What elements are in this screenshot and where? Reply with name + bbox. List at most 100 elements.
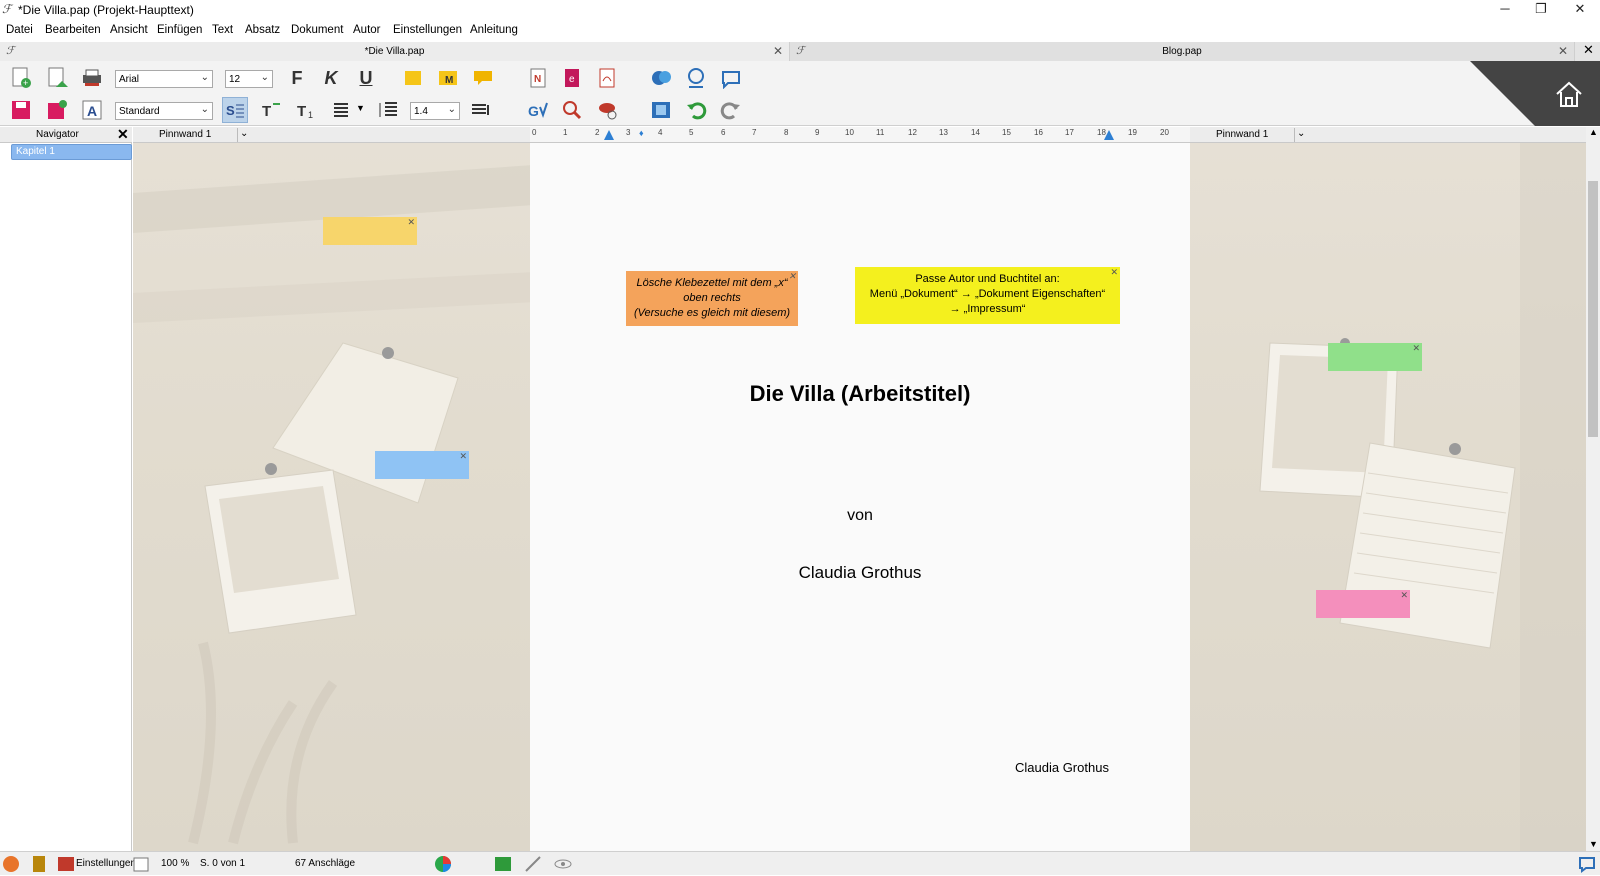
menu-text[interactable]: Text — [212, 24, 233, 36]
new-document-button[interactable]: + — [8, 65, 34, 91]
font-select[interactable]: Arial ⌄ — [115, 70, 213, 88]
home-panel — [1470, 61, 1600, 126]
style-inspector-button[interactable]: S — [222, 97, 248, 123]
scroll-up-icon[interactable]: ▲ — [1589, 127, 1598, 137]
sticky-note-yellow[interactable]: ✕ — [323, 217, 417, 245]
ruler: 0 1 2 3 4 5 6 7 8 9 10 11 12 13 14 15 16… — [530, 127, 1190, 143]
sticky-note-green[interactable]: ✕ — [1328, 343, 1422, 371]
chevron-down-icon[interactable]: ⌄ — [237, 128, 249, 142]
book-icon[interactable] — [30, 855, 48, 873]
close-icon[interactable]: ✕ — [773, 44, 783, 58]
heading-up-button[interactable]: T — [258, 97, 284, 123]
close-icon[interactable]: ✕ — [1558, 44, 1568, 58]
quill-icon[interactable] — [524, 855, 542, 873]
note-line: Passe Autor und Buchtitel an: — [915, 273, 1060, 285]
save-button[interactable] — [8, 97, 34, 123]
menu-ansicht[interactable]: Ansicht — [110, 24, 148, 36]
menu-bearbeiten[interactable]: Bearbeiten — [45, 24, 101, 36]
restore-icon[interactable]: ❐ — [1523, 0, 1559, 20]
menu-datei[interactable]: Datei — [6, 24, 33, 36]
font-size-select[interactable]: 12 ⌄ — [225, 70, 273, 88]
close-icon[interactable]: ✕ — [117, 126, 129, 143]
home-icon[interactable] — [1554, 79, 1584, 109]
tab-stop-marker[interactable]: ♦ — [639, 128, 644, 138]
minimize-icon[interactable]: ─ — [1487, 0, 1523, 20]
close-icon[interactable]: ✕ — [459, 449, 467, 464]
tab-overflow-icon[interactable]: ✕ — [1583, 42, 1594, 58]
ruler-tick: 15 — [1002, 128, 1011, 137]
mascot-icon[interactable] — [2, 855, 20, 873]
sticky-note-blue[interactable]: ✕ — [375, 451, 469, 479]
style-value: Standard — [119, 106, 160, 117]
italic-button[interactable]: K — [318, 65, 344, 91]
sticky-note-button[interactable] — [400, 65, 426, 91]
print-button[interactable] — [79, 65, 105, 91]
text-format-button[interactable]: A — [79, 97, 105, 123]
pinboard-right-label: Pinnwand 1 — [1216, 129, 1269, 140]
chevron-down-icon: ⌄ — [260, 72, 269, 83]
characters-button[interactable] — [648, 65, 674, 91]
mindmap-button[interactable] — [718, 65, 744, 91]
menu-einstellungen[interactable]: Einstellungen — [393, 24, 462, 36]
translate-icon[interactable] — [494, 855, 512, 873]
settings-icon[interactable] — [57, 855, 75, 873]
speech-button[interactable] — [594, 97, 620, 123]
zoom-level[interactable]: 100 % — [161, 858, 189, 869]
timeline-button[interactable] — [683, 65, 709, 91]
close-icon[interactable]: ✕ — [407, 215, 415, 230]
close-window-icon[interactable]: ✕ — [1562, 0, 1598, 20]
spellcheck-button[interactable]: G — [525, 97, 551, 123]
export-pdf-button[interactable] — [594, 65, 620, 91]
calendar-icon[interactable] — [132, 855, 150, 873]
undo-icon[interactable] — [683, 97, 709, 123]
close-icon[interactable]: ✕ — [1110, 265, 1118, 280]
document-page[interactable]: ✕ Lösche Klebezettel mit dem „x“ oben re… — [530, 143, 1190, 851]
heading-down-button[interactable]: T1 — [293, 97, 319, 123]
close-icon[interactable]: ✕ — [788, 269, 796, 284]
save-all-button[interactable] — [44, 97, 70, 123]
scroll-thumb[interactable] — [1588, 181, 1598, 437]
eye-icon[interactable] — [553, 855, 572, 873]
chevron-down-icon[interactable]: ▼ — [356, 103, 365, 113]
export-notes-button[interactable]: N — [525, 65, 551, 91]
menu-autor[interactable]: Autor — [353, 24, 381, 36]
line-spacing-button[interactable] — [375, 97, 401, 123]
menu-einfuegen[interactable]: Einfügen — [157, 24, 202, 36]
marker-button[interactable]: M — [435, 65, 461, 91]
open-document-button[interactable] — [44, 65, 70, 91]
close-icon[interactable]: ✕ — [1400, 588, 1408, 603]
left-indent-marker[interactable] — [604, 130, 614, 140]
tab-die-villa[interactable]: ℱ *Die Villa.pap ✕ — [0, 42, 790, 61]
line-spacing-select[interactable]: 1.4 ⌄ — [410, 102, 460, 120]
underline-button[interactable]: U — [353, 65, 379, 91]
sticky-note-pink[interactable]: ✕ — [1316, 590, 1410, 618]
sticky-note-orange[interactable]: ✕ Lösche Klebezettel mit dem „x“ oben re… — [626, 271, 798, 326]
paragraph-format-button[interactable] — [468, 97, 494, 123]
style-select[interactable]: Standard ⌄ — [115, 102, 213, 120]
sticky-note-yellow-hint[interactable]: ✕ Passe Autor und Buchtitel an: Menü „Do… — [855, 267, 1120, 324]
scroll-down-icon[interactable]: ▼ — [1589, 839, 1598, 849]
chat-icon[interactable] — [1578, 855, 1596, 873]
export-ebook-button[interactable]: e — [559, 65, 585, 91]
tab-blog[interactable]: ℱ Blog.pap ✕ — [790, 42, 1575, 61]
document-properties-button[interactable] — [648, 97, 674, 123]
navigator-item-kapitel-1[interactable]: Kapitel 1 — [11, 144, 132, 160]
search-icon[interactable] — [559, 97, 585, 123]
menu-dokument[interactable]: Dokument — [291, 24, 343, 36]
right-indent-marker[interactable] — [1104, 130, 1114, 140]
vertical-scrollbar[interactable]: ▲ ▼ — [1586, 127, 1600, 851]
list-button[interactable] — [328, 97, 354, 123]
ruler-tick: 9 — [815, 128, 820, 137]
bold-button[interactable]: F — [284, 65, 310, 91]
close-icon[interactable]: ✕ — [1412, 341, 1420, 356]
svg-text:M: M — [445, 75, 453, 86]
chevron-down-icon: ⌄ — [200, 72, 209, 83]
chevron-down-icon[interactable]: ⌄ — [1294, 128, 1306, 142]
color-wheel-icon[interactable] — [434, 855, 452, 873]
redo-icon[interactable] — [718, 97, 744, 123]
ruler-tick: 2 — [595, 128, 600, 137]
comment-button[interactable] — [470, 65, 496, 91]
menu-absatz[interactable]: Absatz — [245, 24, 280, 36]
menu-anleitung[interactable]: Anleitung — [470, 24, 518, 36]
settings-label[interactable]: Einstellungen — [76, 858, 136, 869]
